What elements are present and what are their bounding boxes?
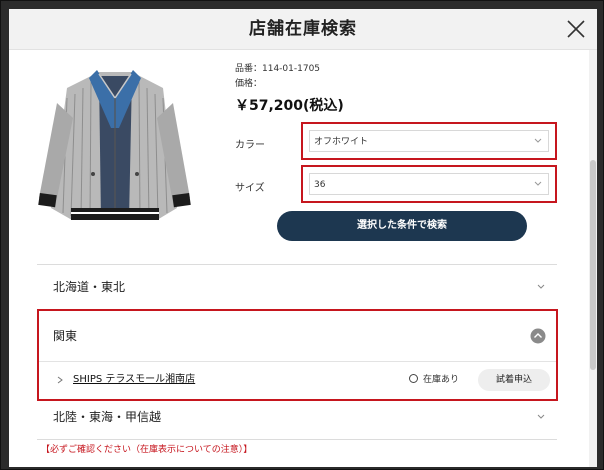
size-select-value: 36 <box>314 180 326 190</box>
size-label: サイズ <box>235 183 265 194</box>
divider <box>37 439 557 440</box>
page-backdrop: 店舗在庫検索 品番：114-01-1705 価格： ￥57,200(税込) カラ… <box>0 0 604 470</box>
scrollbar[interactable] <box>589 50 597 467</box>
region-label: 関東 <box>53 329 78 343</box>
try-on-request-button[interactable]: 試着申込 <box>478 369 550 391</box>
stock-status-label: 在庫あり <box>423 375 460 385</box>
region-label: 北海道・東北 <box>53 280 126 294</box>
chevron-down-icon <box>537 284 545 289</box>
product-code: 品番：114-01-1705 <box>235 64 321 74</box>
close-icon[interactable] <box>565 18 587 40</box>
collapse-icon[interactable] <box>530 328 546 344</box>
color-select[interactable]: オフホワイト <box>301 122 557 160</box>
size-select[interactable]: 36 <box>301 165 557 203</box>
region-kanto-header[interactable]: 関東 <box>39 311 556 361</box>
modal-header: 店舗在庫検索 <box>9 9 597 50</box>
chevron-right-icon <box>57 376 63 384</box>
product-image <box>37 58 192 228</box>
in-stock-icon <box>409 374 418 383</box>
search-button[interactable]: 選択した条件で検索 <box>277 211 527 241</box>
chevron-down-icon <box>534 181 542 186</box>
region-label: 北陸・東海・甲信越 <box>53 410 162 424</box>
color-select-field[interactable]: オフホワイト <box>309 130 549 152</box>
product-price: ￥57,200(税込) <box>235 98 344 114</box>
region-kanto: 関東 SHIPS テラスモール湘南店 在庫あり 試着申込 <box>37 309 558 401</box>
region-hokuriku-tokai-koshinetsu[interactable]: 北陸・東海・甲信越 <box>37 395 557 439</box>
modal-title: 店舗在庫検索 <box>249 19 357 39</box>
stock-status: 在庫あり <box>409 362 459 398</box>
stock-notice-link[interactable]: 【必ずご確認ください（在庫表示についての注意）】 <box>41 442 252 455</box>
chevron-down-icon <box>537 414 545 419</box>
store-stock-modal: 店舗在庫検索 品番：114-01-1705 価格： ￥57,200(税込) カラ… <box>9 9 597 467</box>
price-label: 価格： <box>235 79 263 89</box>
scrollbar-thumb[interactable] <box>590 160 596 370</box>
store-name-link[interactable]: SHIPS テラスモール湘南店 <box>73 362 195 398</box>
chevron-down-icon <box>534 138 542 143</box>
size-select-field[interactable]: 36 <box>309 173 549 195</box>
region-hokkaido-tohoku[interactable]: 北海道・東北 <box>37 265 557 309</box>
color-select-value: オフホワイト <box>314 137 369 147</box>
color-label: カラー <box>235 140 265 151</box>
